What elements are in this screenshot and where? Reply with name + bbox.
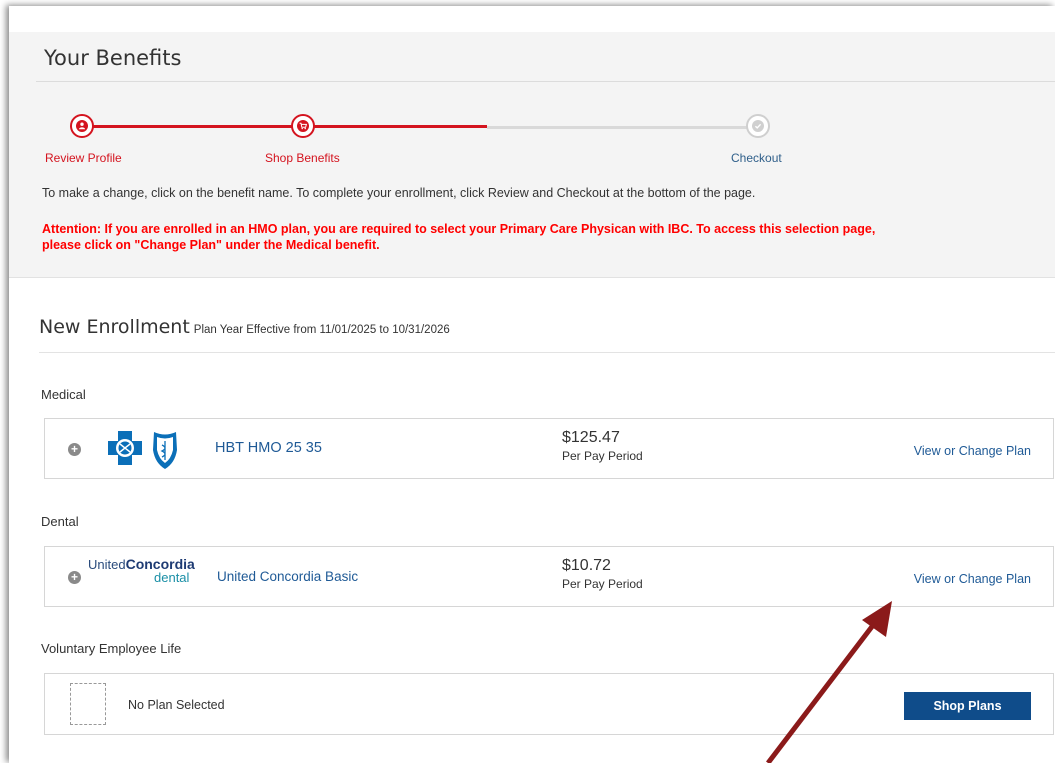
benefits-header-panel: Your Benefits Review Profile Shop Benefi… xyxy=(9,32,1055,278)
plan-name-link[interactable]: HBT HMO 25 35 xyxy=(215,440,322,456)
step-review-profile[interactable] xyxy=(70,114,94,138)
divider xyxy=(39,352,1055,353)
step-checkout[interactable] xyxy=(746,114,770,138)
expand-plus-icon[interactable]: + xyxy=(68,571,81,584)
united-concordia-logo: UnitedConcordia dental xyxy=(88,556,195,585)
benefit-card-dental: + UnitedConcordia dental United Concordi… xyxy=(44,546,1054,607)
enrollment-subtitle: Plan Year Effective from 11/01/2025 to 1… xyxy=(193,324,450,336)
section-title: New Enrollment Plan Year Effective from 1… xyxy=(39,316,450,338)
instruction-text: To make a change, click on the benefit n… xyxy=(42,186,756,200)
price-period: Per Pay Period xyxy=(562,577,643,591)
category-label-voluntary-life: Voluntary Employee Life xyxy=(41,641,182,656)
enrollment-title: New Enrollment xyxy=(39,316,190,338)
category-label-dental: Dental xyxy=(41,514,79,529)
page-title: Your Benefits xyxy=(44,46,182,70)
user-icon xyxy=(76,120,88,132)
check-icon xyxy=(752,120,764,132)
plan-price: $125.47 xyxy=(562,429,620,446)
price-period: Per Pay Period xyxy=(562,449,643,463)
plan-price: $10.72 xyxy=(562,557,611,574)
expand-plus-icon[interactable]: + xyxy=(68,443,81,456)
attention-notice: Attention: If you are enrolled in an HMO… xyxy=(42,221,1042,253)
view-change-plan-link[interactable]: View or Change Plan xyxy=(914,572,1031,586)
step-label-shop-benefits[interactable]: Shop Benefits xyxy=(265,151,340,165)
view-change-plan-link[interactable]: View or Change Plan xyxy=(914,444,1031,458)
blue-cross-blue-shield-logo xyxy=(108,431,177,469)
divider xyxy=(36,81,1055,82)
attention-line-2: please click on "Change Plan" under the … xyxy=(42,238,380,252)
progress-line-pending xyxy=(487,126,747,129)
top-bar xyxy=(9,6,1055,33)
step-label-checkout[interactable]: Checkout xyxy=(731,151,782,165)
empty-plan-icon xyxy=(70,683,106,725)
attention-line-1: Attention: If you are enrolled in an HMO… xyxy=(42,222,876,236)
app-window: Your Benefits Review Profile Shop Benefi… xyxy=(9,6,1055,763)
progress-line-complete xyxy=(82,125,487,128)
benefit-card-medical: + HBT HMO 25 35 $125.47 Per Pay Period V… xyxy=(44,418,1054,479)
category-label-medical: Medical xyxy=(41,387,86,402)
step-shop-benefits[interactable] xyxy=(291,114,315,138)
benefit-card-voluntary-life: No Plan Selected Shop Plans xyxy=(44,673,1054,735)
step-label-review-profile[interactable]: Review Profile xyxy=(45,151,122,165)
cart-icon xyxy=(297,120,309,132)
shop-plans-button[interactable]: Shop Plans xyxy=(904,692,1031,720)
plan-name-link[interactable]: United Concordia Basic xyxy=(217,569,358,584)
no-plan-text: No Plan Selected xyxy=(128,698,225,712)
